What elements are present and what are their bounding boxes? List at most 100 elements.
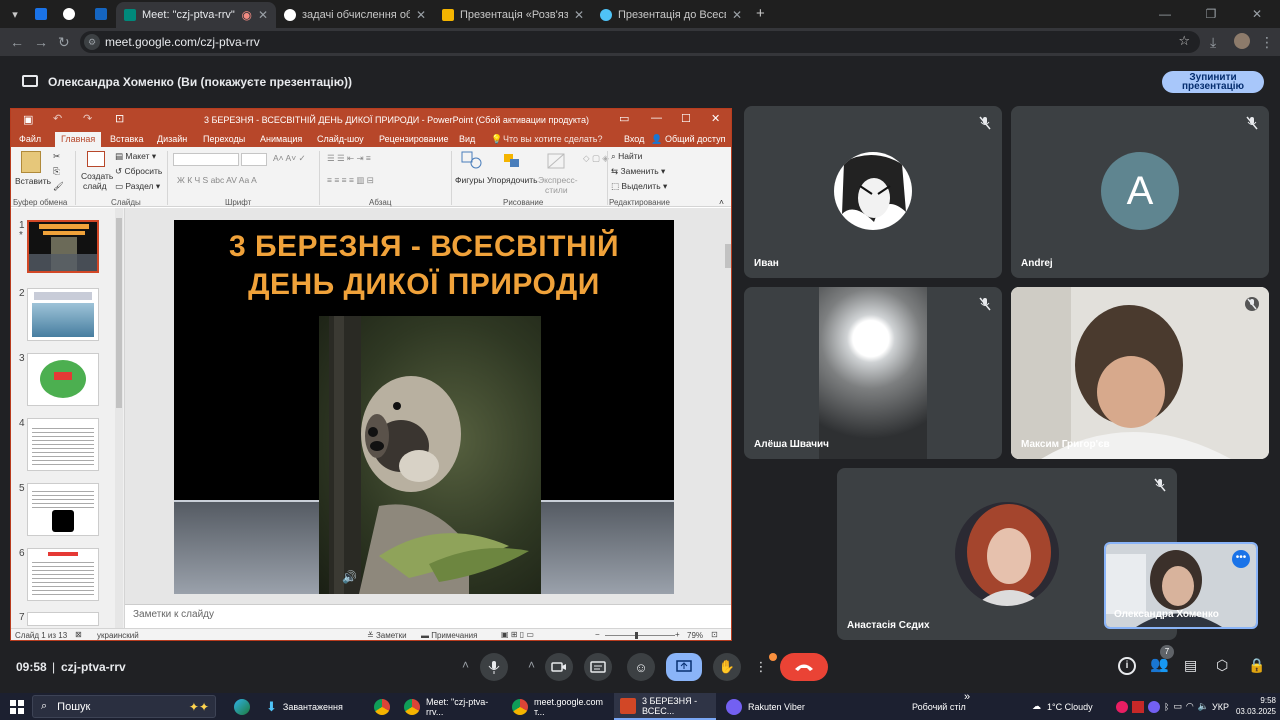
close-icon[interactable]: ✕ (416, 8, 426, 22)
new-slide-icon[interactable] (87, 151, 105, 167)
current-slide[interactable]: 3 БЕРЕЗНЯ - ВСЕСВІТНІЙ ДЕНЬ ДИКОЇ ПРИРОД… (174, 220, 674, 594)
tab-review[interactable]: Рецензирование (379, 134, 449, 144)
taskbar-viber[interactable]: Rakuten Viber (726, 693, 805, 720)
participant-tile[interactable]: Алёша Швачич (744, 287, 1002, 459)
edge-app[interactable] (234, 693, 256, 720)
shape-fill-icons[interactable]: ◇ ▢ ◈ (583, 153, 609, 164)
slide-thumbnail[interactable] (27, 220, 99, 273)
layout-button[interactable]: ▤ Макет ▾ (115, 151, 156, 162)
meeting-info-icon[interactable]: i (1118, 657, 1136, 675)
present-now-button[interactable] (666, 653, 702, 681)
camera-button[interactable] (545, 653, 573, 681)
sign-in-link[interactable]: Вход (624, 134, 644, 144)
url-bar[interactable]: ⚙ meet.google.com/czj-ptva-rrv ☆ (80, 31, 1200, 53)
arrange-icon[interactable] (503, 153, 521, 169)
people-button[interactable]: 👥 7 (1150, 645, 1174, 674)
menu-kebab-icon[interactable]: ⋮ (1260, 34, 1274, 51)
tab-design[interactable]: Дизайн (157, 134, 187, 144)
fit-slide-icon[interactable]: ⊡ (711, 630, 718, 639)
chat-icon[interactable]: ▤ (1184, 657, 1197, 674)
notes-pane[interactable]: Заметки к слайду (125, 604, 731, 628)
slide-thumbnail[interactable] (27, 548, 99, 601)
slideshow-start-icon[interactable]: ⊡ (115, 112, 124, 125)
self-view-tile[interactable]: ••• Олександра Хоменко (1104, 542, 1258, 629)
desktop-toolbar[interactable]: Робочий стіл (912, 693, 966, 720)
paste-icon[interactable] (21, 151, 41, 173)
activities-icon[interactable]: ⬡ (1216, 657, 1228, 674)
select-button[interactable]: ⬚ Выделить ▾ (611, 181, 667, 192)
font-size-buttons[interactable]: A˄ A˅ ✓ (273, 153, 306, 164)
download-icon[interactable]: ⤓ (1210, 34, 1216, 51)
notes-placeholder[interactable]: Заметки к слайду (133, 609, 214, 620)
site-info-icon[interactable]: ⚙ (84, 34, 100, 50)
close-icon[interactable]: ✕ (732, 8, 742, 22)
taskbar-downloads[interactable]: ⬇ Завантаження (266, 693, 343, 720)
microphone-button[interactable] (480, 653, 508, 681)
paste-button[interactable]: Вставить (15, 176, 51, 186)
slide-thumbnail[interactable] (27, 612, 99, 626)
redo-icon[interactable]: ↷ (83, 112, 92, 125)
video-options-chevron-icon[interactable]: ˄ (528, 658, 535, 672)
taskbar-meet-window[interactable]: Meet: "czj-ptva-rrv... (404, 693, 500, 720)
pinned-tab-1[interactable] (30, 4, 52, 24)
close-icon[interactable]: ✕ (574, 8, 584, 22)
cut-icon[interactable]: ✂ (53, 151, 60, 162)
new-slide-button[interactable]: Создать (81, 171, 113, 181)
tab-google-search[interactable]: задачі обчислення обемних в ✕ (276, 2, 434, 28)
raccoon-dog-photo[interactable] (319, 316, 541, 594)
input-language[interactable]: УКР (1212, 693, 1229, 720)
zoom-out-icon[interactable]: − (595, 630, 600, 639)
more-options-button[interactable]: ⋮ (749, 653, 777, 681)
audio-options-chevron-icon[interactable]: ˄ (462, 658, 469, 672)
tray-icons[interactable]: ᛒ ▭ ◠ 🔈 (1116, 693, 1209, 720)
slide-thumbnail[interactable] (27, 288, 99, 341)
ppt-minimize-icon[interactable]: — (651, 112, 662, 124)
collapse-ribbon-icon[interactable]: ˄ (719, 197, 724, 207)
back-arrow-icon[interactable]: ← (10, 34, 24, 50)
forward-arrow-icon[interactable]: → (34, 34, 48, 50)
align-buttons[interactable]: ≡ ≡ ≡ ≡ ▥ ⊟ (327, 175, 374, 186)
new-tab-button[interactable]: + (756, 5, 765, 22)
system-clock[interactable]: 9:58 03.03.2025 (1232, 695, 1276, 717)
notes-toggle[interactable]: ≚ Заметки (367, 631, 407, 640)
section-button[interactable]: ▭ Раздел ▾ (115, 181, 160, 192)
url-text[interactable]: meet.google.com/czj-ptva-rrv (105, 35, 260, 49)
leave-call-button[interactable] (780, 653, 828, 681)
host-controls-icon[interactable]: 🔒 (1248, 657, 1265, 674)
share-button[interactable]: Общий доступ (665, 134, 725, 144)
minimize-icon[interactable]: — (1142, 0, 1188, 28)
slide-thumbnail[interactable] (27, 353, 99, 406)
arrange-button[interactable]: Упорядочить (487, 175, 538, 185)
zoom-in-icon[interactable]: + (675, 630, 680, 639)
thumbs-scrollbar[interactable] (115, 208, 123, 628)
tab-home[interactable]: Главная (55, 132, 102, 148)
ppt-close-icon[interactable]: ✕ (711, 112, 720, 125)
language-indicator[interactable]: украинский (97, 631, 139, 640)
find-button[interactable]: ⌕ Найти (611, 151, 642, 162)
font-name-input[interactable] (173, 153, 239, 166)
reactions-button[interactable]: ☺ (627, 653, 655, 681)
stop-presenting-button[interactable]: Зупинити презентацію (1162, 71, 1264, 93)
undo-icon[interactable]: ↶ (53, 112, 62, 125)
list-buttons[interactable]: ☰ ☰ ⇤ ⇥ ≡ (327, 153, 371, 164)
tab-presentation-2[interactable]: Презентація до Всесвітнього д ✕ (592, 2, 750, 28)
taskbar-ppt-window[interactable]: 3 БЕРЕЗНЯ - ВСЕС... (614, 693, 716, 720)
close-icon[interactable]: ✕ (258, 8, 268, 22)
quick-styles-button[interactable]: Экспресс- (538, 175, 578, 185)
taskbar-search-box[interactable]: ⌕ Пошук ✦✦ (32, 695, 216, 718)
tab-insert[interactable]: Вставка (110, 134, 143, 144)
ppt-maximize-icon[interactable]: ☐ (681, 112, 691, 125)
ribbon-display-icon[interactable]: ▭ (619, 112, 629, 125)
zoom-slider[interactable] (605, 632, 675, 639)
replace-button[interactable]: ⇆ Заменить ▾ (611, 166, 665, 177)
chrome-app[interactable] (374, 693, 396, 720)
tab-view[interactable]: Вид (459, 134, 475, 144)
quick-styles-icon[interactable] (547, 153, 565, 169)
restore-icon[interactable]: ❐ (1188, 0, 1234, 28)
font-size-input[interactable] (241, 153, 267, 166)
save-icon[interactable]: ▣ (23, 113, 33, 126)
reset-button[interactable]: ↺ Сбросить (115, 166, 162, 177)
zoom-level[interactable]: 79% (687, 631, 703, 640)
tab-transitions[interactable]: Переходы (203, 134, 245, 144)
pinned-tab-2[interactable] (58, 4, 80, 24)
